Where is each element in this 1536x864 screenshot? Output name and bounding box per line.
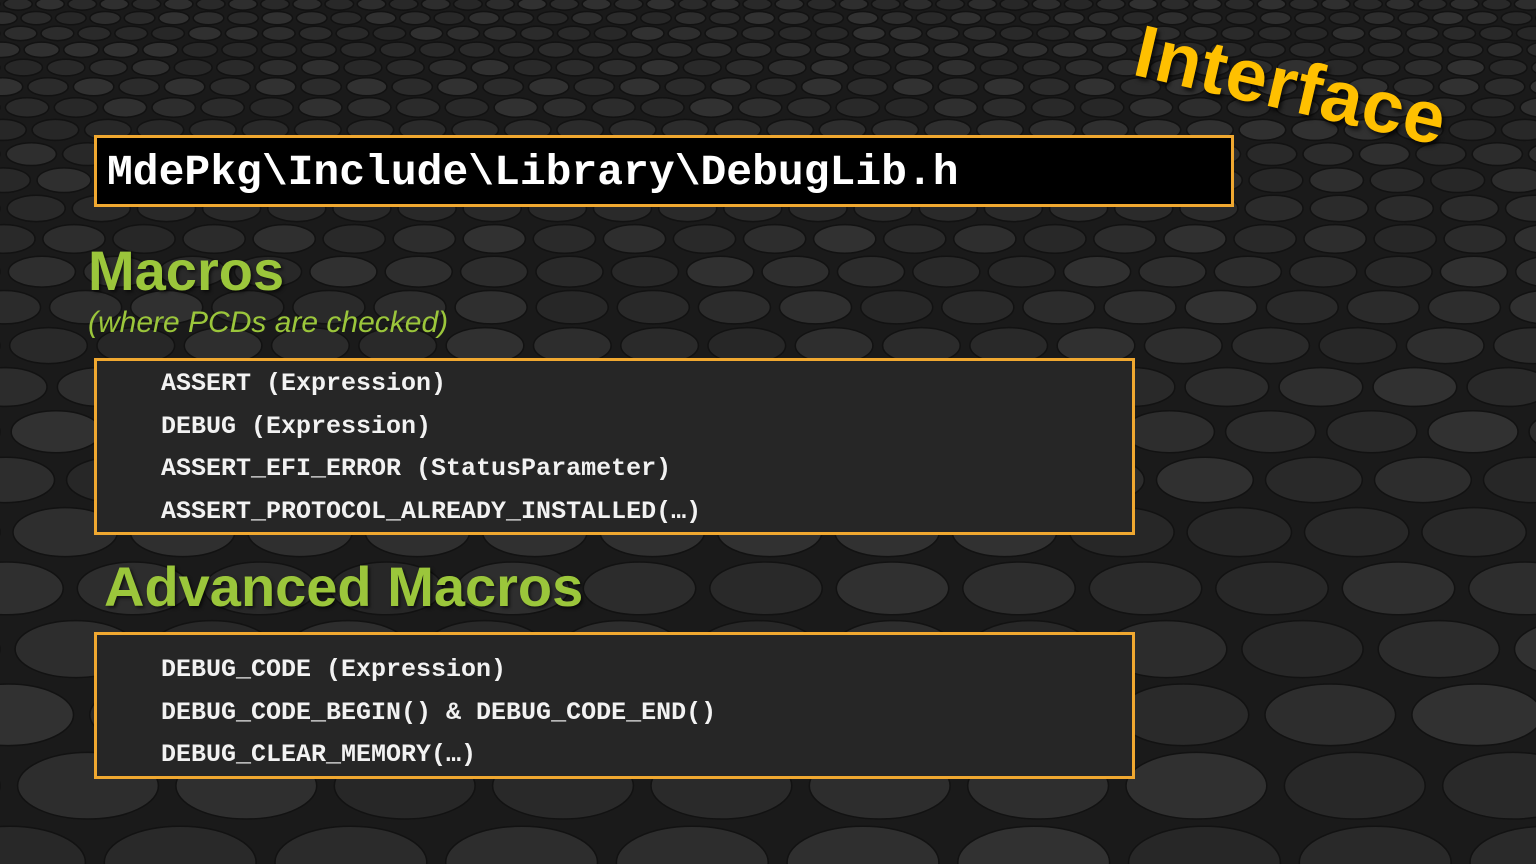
file-path-box: MdePkg\Include\Library\DebugLib.h [94,135,1234,207]
macro-item: ASSERT (Expression) [161,369,447,398]
file-path: MdePkg\Include\Library\DebugLib.h [107,148,959,197]
macro-item: DEBUG (Expression) [161,411,432,441]
macros-heading: Macros [88,239,285,302]
advanced-macros-heading: Advanced Macros [104,555,584,618]
macros-subtitle: (where PCDs are checked) [88,306,449,339]
advanced-macro-item: DEBUG_CODE_BEGIN() & DEBUG_CODE_END() [161,697,717,727]
macros-box: ASSERT (Expression) DEBUG (Expression) A… [94,358,1135,535]
macro-item: ASSERT_EFI_ERROR (StatusParameter) [161,454,672,483]
macro-item: ASSERT_PROTOCOL_ALREADY_INSTALLED(…) [161,496,702,526]
advanced-macro-item: DEBUG_CLEAR_MEMORY(…) [161,740,477,769]
advanced-macros-list: DEBUG_CODE (Expression) DEBUG_CODE_BEGIN… [161,649,716,777]
advanced-macro-item: DEBUG_CODE (Expression) [161,655,507,684]
macros-list: ASSERT (Expression) DEBUG (Expression) A… [161,363,701,533]
advanced-macros-box: DEBUG_CODE (Expression) DEBUG_CODE_BEGIN… [94,632,1135,779]
